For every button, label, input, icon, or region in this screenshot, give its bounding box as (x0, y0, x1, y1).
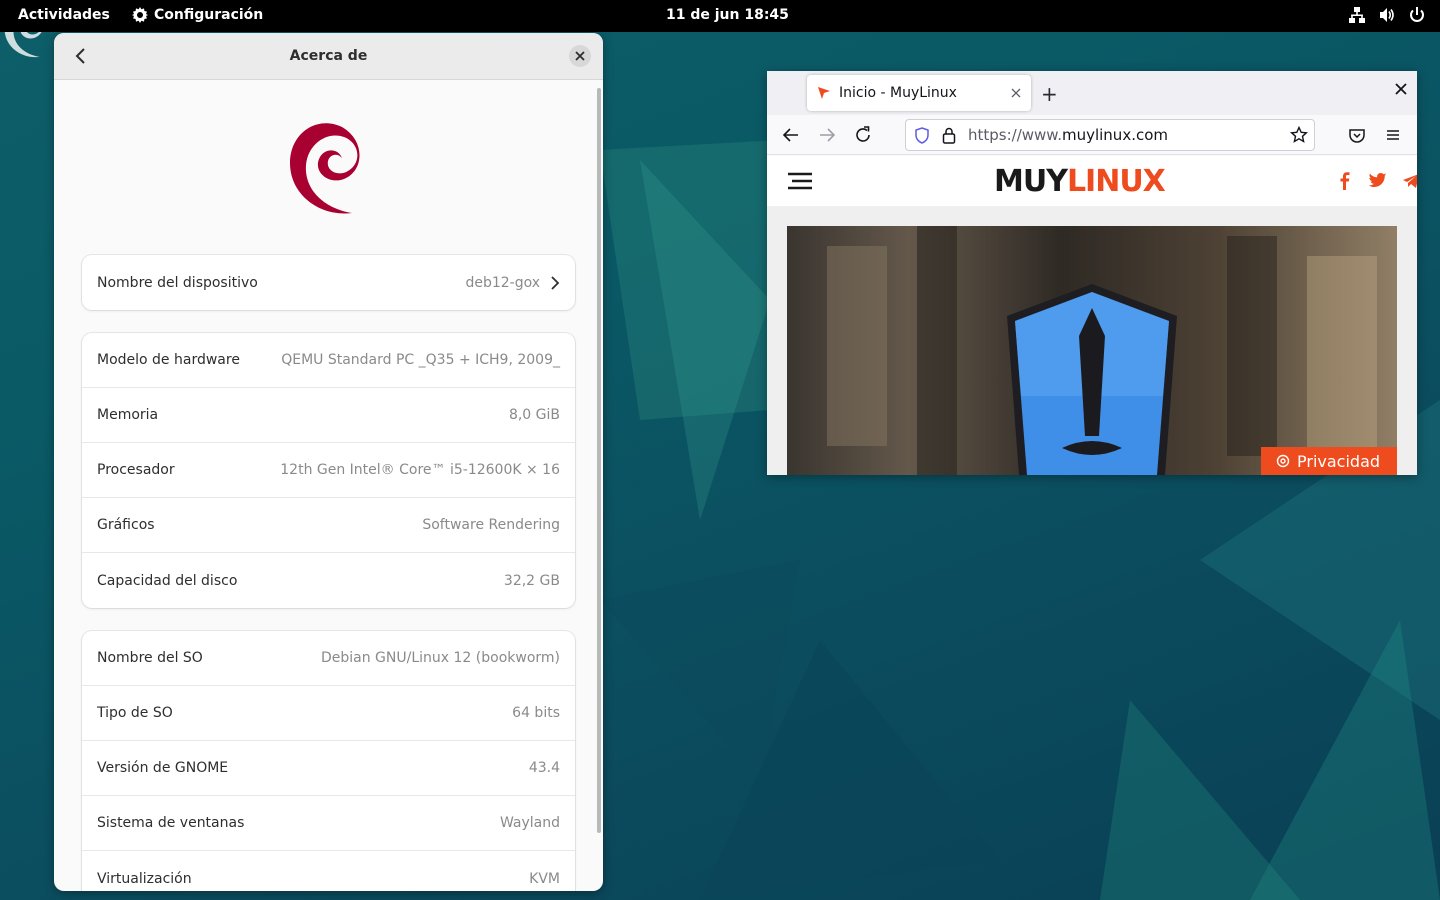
hero-graphic (787, 226, 1397, 475)
device-name-row[interactable]: Nombre del dispositivo deb12-gox (82, 255, 575, 310)
forward-arrow-icon[interactable] (817, 125, 837, 145)
hardware-model-row: Modelo de hardware QEMU Standard PC _Q35… (82, 333, 575, 388)
shield-icon[interactable] (914, 127, 930, 144)
virtualization-row: Virtualización KVM (82, 851, 575, 891)
clock[interactable]: 11 de jun 18:45 (666, 7, 789, 23)
device-name-value: deb12-gox (465, 274, 540, 291)
new-tab-button[interactable]: + (1041, 82, 1058, 106)
memory-row: Memoria 8,0 GiB (82, 388, 575, 443)
gear-icon (132, 7, 148, 23)
processor-row: Procesador 12th Gen Intel® Core™ i5-1260… (82, 443, 575, 498)
disk-capacity-row: Capacidad del disco 32,2 GB (82, 553, 575, 608)
web-content: MUYLINUX Privacidad (767, 156, 1417, 475)
graphics-row: Gráficos Software Rendering (82, 498, 575, 553)
info-value: 64 bits (512, 705, 560, 721)
tab-close-icon[interactable] (1011, 88, 1021, 98)
info-label: Capacidad del disco (97, 572, 238, 589)
back-arrow-icon[interactable] (781, 125, 801, 145)
page-title: Acerca de (289, 48, 368, 64)
info-value: Debian GNU/Linux 12 (bookworm) (320, 650, 560, 666)
os-name-row: Nombre del SO Debian GNU/Linux 12 (bookw… (82, 631, 575, 686)
info-value: 12th Gen Intel® Core™ i5-12600K × 16 (280, 462, 560, 478)
pocket-icon[interactable] (1347, 125, 1367, 145)
info-label: Modelo de hardware (97, 352, 240, 368)
info-value: Software Rendering (422, 517, 560, 533)
site-header: MUYLINUX (767, 156, 1417, 206)
tab-strip: Inicio - MuyLinux + (767, 71, 1417, 115)
chevron-right-icon (551, 275, 560, 290)
bookmark-star-icon[interactable] (1290, 126, 1308, 144)
facebook-icon[interactable] (1339, 172, 1351, 190)
volume-icon (1380, 8, 1394, 22)
activities-button[interactable]: Actividades (18, 7, 110, 23)
gnome-version-row: Versión de GNOME 43.4 (82, 741, 575, 796)
privacy-button[interactable]: Privacidad (1261, 447, 1397, 475)
twitter-icon[interactable] (1369, 173, 1387, 188)
os-type-row: Tipo de SO 64 bits (82, 686, 575, 741)
debian-logo (290, 123, 360, 214)
window-close-icon[interactable] (1395, 83, 1407, 95)
windowing-system-row: Sistema de ventanas Wayland (82, 796, 575, 851)
top-bar: Actividades Configuración 11 de jun 18:4… (0, 0, 1440, 32)
info-label: Sistema de ventanas (97, 815, 245, 831)
info-label: Memoria (97, 407, 159, 423)
reload-icon[interactable] (853, 125, 873, 145)
site-logo[interactable]: MUYLINUX (994, 164, 1166, 199)
url-prefix: https://www. (968, 126, 1062, 144)
info-value: QEMU Standard PC _Q35 + ICH9, 2009_ (281, 352, 560, 368)
close-icon (575, 51, 585, 61)
network-wired-icon (1349, 7, 1365, 23)
info-value: KVM (529, 870, 560, 887)
gear-icon (1276, 454, 1290, 468)
hamburger-menu-icon[interactable] (1383, 125, 1403, 145)
software-card: Nombre del SO Debian GNU/Linux 12 (bookw… (82, 631, 575, 891)
info-label: Nombre del SO (97, 650, 203, 666)
privacy-label: Privacidad (1297, 451, 1381, 471)
app-menu[interactable]: Configuración (132, 7, 263, 23)
app-menu-label: Configuración (154, 7, 264, 23)
settings-header: Acerca de (54, 33, 603, 80)
info-label: Gráficos (97, 517, 155, 533)
close-button[interactable] (569, 45, 591, 67)
info-value: 8,0 GiB (508, 407, 560, 423)
browser-window: Inicio - MuyLinux + https://www.muylinux… (767, 71, 1417, 475)
settings-window: Acerca de Nombre del dispositivo deb12-g… (54, 33, 603, 891)
hardware-card: Modelo de hardware QEMU Standard PC _Q35… (82, 333, 575, 608)
info-value: 43.4 (528, 760, 560, 776)
url-text: https://www.muylinux.com (968, 126, 1168, 144)
tab-title: Inicio - MuyLinux (839, 85, 957, 101)
info-label: Virtualización (97, 870, 192, 887)
device-name-label: Nombre del dispositivo (97, 274, 258, 291)
url-bar[interactable]: https://www.muylinux.com (905, 119, 1315, 151)
info-value: 32,2 GB (503, 572, 560, 589)
navigation-toolbar: https://www.muylinux.com (767, 115, 1417, 155)
site-logo-linux: LINUX (1066, 164, 1166, 199)
info-label: Versión de GNOME (97, 760, 229, 776)
url-domain: muylinux.com (1061, 126, 1168, 144)
telegram-icon[interactable] (1403, 174, 1417, 188)
favicon-icon (818, 87, 830, 99)
power-icon (1410, 7, 1424, 22)
site-menu-icon[interactable] (787, 172, 813, 190)
browser-tab[interactable]: Inicio - MuyLinux (807, 75, 1031, 111)
site-logo-muy: MUY (994, 164, 1068, 199)
info-value: Wayland (499, 815, 560, 831)
system-menu[interactable] (1348, 6, 1426, 24)
info-label: Tipo de SO (97, 705, 173, 721)
article-hero-image[interactable]: Privacidad (787, 226, 1397, 475)
device-name-card: Nombre del dispositivo deb12-gox (82, 255, 575, 310)
info-label: Procesador (97, 462, 175, 478)
scrollbar[interactable] (597, 88, 601, 833)
lock-icon[interactable] (942, 127, 956, 144)
